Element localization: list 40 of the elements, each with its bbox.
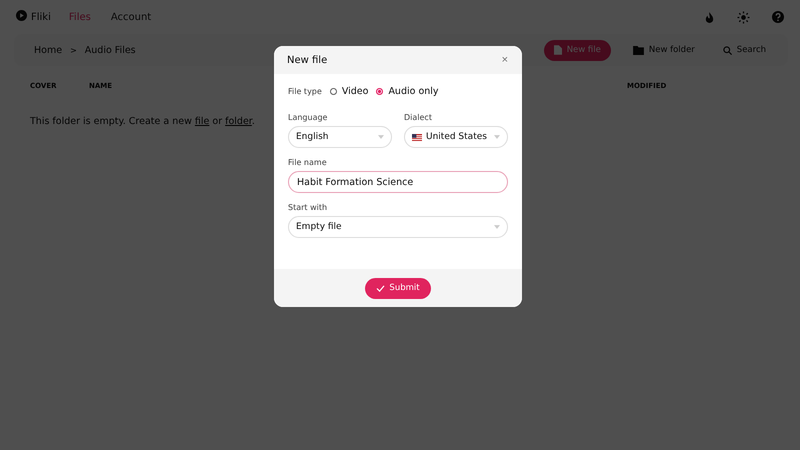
field-label: File type <box>288 86 322 96</box>
radio-label[interactable]: Audio only <box>388 86 439 96</box>
language-dropdown[interactable]: English <box>288 126 392 148</box>
radio-button[interactable] <box>376 88 384 94</box>
field-label: Language <box>288 113 328 122</box>
dialect-dropdown[interactable]: United States <box>404 126 508 148</box>
folder-icon <box>632 46 644 54</box>
help-icon[interactable] <box>772 11 784 23</box>
check-icon <box>376 284 386 292</box>
sun-icon[interactable] <box>737 10 750 24</box>
radio-button[interactable] <box>330 88 337 94</box>
submit-button[interactable]: Submit <box>365 278 431 298</box>
file-icon <box>554 45 562 55</box>
field-label: Dialect <box>404 113 433 122</box>
start-with-dropdown[interactable]: Empty file <box>288 216 508 238</box>
play-circle-icon <box>16 10 27 24</box>
caret-icon <box>494 135 500 139</box>
breadcrumb-separator: > <box>70 46 77 54</box>
radio-label[interactable]: Video <box>342 86 368 96</box>
text-link[interactable]: folder <box>225 116 252 127</box>
nav-tab[interactable]: Account <box>110 12 152 22</box>
field-label: Start with <box>288 203 328 212</box>
close-button[interactable]: × <box>502 54 508 66</box>
dialog-title: New file <box>287 54 328 66</box>
text-link[interactable]: file <box>194 116 210 127</box>
breadcrumb-link[interactable]: Home <box>34 44 62 56</box>
empty-folder-message: This folder is empty. Create a new file or folder. <box>30 116 255 127</box>
caret-icon <box>494 225 500 229</box>
breadcrumb-link[interactable]: Audio Files <box>84 44 136 56</box>
brand-name[interactable]: Fliki <box>31 12 51 22</box>
new-folder-button[interactable]: New folder <box>626 44 701 56</box>
field-label: File name <box>288 158 328 167</box>
file-name-input[interactable]: Habit Formation Science <box>288 171 508 193</box>
fire-icon[interactable] <box>704 10 715 24</box>
nav-tab[interactable]: Files <box>68 12 91 22</box>
flag-icon <box>412 134 422 140</box>
new-file-button[interactable]: New file <box>544 40 611 60</box>
search-icon <box>722 46 732 54</box>
search-button[interactable]: Search <box>716 44 772 56</box>
caret-icon <box>378 135 384 139</box>
